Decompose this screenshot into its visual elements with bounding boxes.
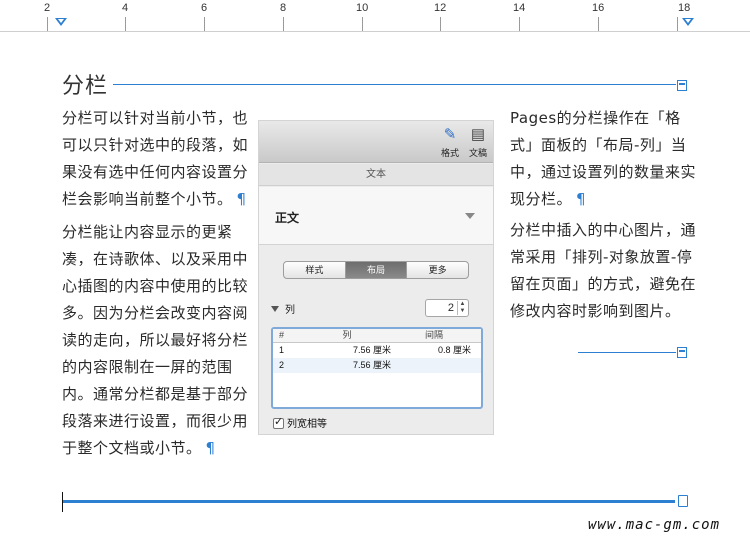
ruler-label: 10 <box>356 2 369 14</box>
ruler-label: 4 <box>122 2 129 14</box>
columns-stepper[interactable]: 2 ▲ ▼ <box>425 299 469 317</box>
stepper-arrows-icon[interactable]: ▲ ▼ <box>457 301 467 315</box>
table-cell[interactable]: 7.56 厘米 <box>303 343 397 358</box>
table-header-cell: # <box>279 330 285 340</box>
columns-value: 2 <box>447 302 454 314</box>
inspector-toolbar: ✎ 格式 ▤ 文稿 <box>259 121 493 163</box>
horizontal-ruler[interactable]: 2 4 6 8 10 12 14 16 18 <box>0 0 750 32</box>
paragraph-text: 分栏能让内容显示的更紧凑，在诗歌体、以及采用中心插图的内容中使用的比较多。因为分… <box>62 223 249 457</box>
ruler-label: 6 <box>201 2 208 14</box>
table-cell[interactable] <box>397 358 481 373</box>
disclosure-triangle-icon <box>271 306 279 312</box>
layout-break-rule <box>63 500 675 503</box>
paragraph: Pages的分栏操作在「格式」面板的「布局-列」当中，通过设置列的数量来实现分栏… <box>510 105 696 213</box>
document-button[interactable]: ▤ 文稿 <box>465 126 491 159</box>
ruler-label: 8 <box>280 2 287 14</box>
ruler-label: 16 <box>592 2 605 14</box>
format-button[interactable]: ✎ 格式 <box>437 126 463 159</box>
paragraph-text: 分栏中插入的中心图片，通常采用「排列-对象放置-停留在页面」的方式，避免在修改内… <box>510 221 697 320</box>
table-cell: 1 <box>279 345 285 355</box>
document-label: 文稿 <box>468 148 487 158</box>
ruler-label: 2 <box>44 2 51 14</box>
pilcrow-mark: ¶ <box>236 190 247 208</box>
paragraph-style-picker[interactable]: 正文 <box>259 187 493 245</box>
format-label: 格式 <box>440 148 459 158</box>
chevron-down-icon <box>465 213 475 219</box>
right-text-column[interactable]: Pages的分栏操作在「格式」面板的「布局-列」当中，通过设置列的数量来实现分栏… <box>510 105 696 329</box>
table-cell[interactable]: 0.8 厘米 <box>397 343 481 358</box>
left-indent-marker-icon[interactable] <box>55 18 67 26</box>
columns-disclosure[interactable]: 列 <box>271 301 295 316</box>
columns-table[interactable]: # 列 间隔 1 7.56 厘米 0.8 厘米 2 7.56 厘米 <box>271 327 483 409</box>
section-break-icon[interactable] <box>677 80 687 91</box>
section-rule <box>113 84 676 85</box>
tab-style[interactable]: 样式 <box>284 262 346 278</box>
equal-width-checkbox[interactable]: 列宽相等 <box>273 415 327 430</box>
column-break-rule <box>578 352 676 353</box>
document-icon: ▤ <box>470 126 486 143</box>
ruler-label: 18 <box>678 2 691 14</box>
paragraph: 分栏可以针对当前小节，也可以只针对选中的段落，如果没有选中任何内容设置分栏会影响… <box>62 105 252 213</box>
paragraph: 分栏中插入的中心图片，通常采用「排列-对象放置-停留在页面」的方式，避免在修改内… <box>510 217 696 325</box>
tab-more[interactable]: 更多 <box>407 262 468 278</box>
table-cell[interactable]: 7.56 厘米 <box>303 358 397 373</box>
tab-layout[interactable]: 布局 <box>345 262 408 278</box>
table-header: # 列 间隔 <box>273 329 481 343</box>
table-row[interactable]: 2 7.56 厘米 <box>273 358 481 373</box>
table-header-cell: 列 <box>342 330 352 340</box>
paragraph-text: 分栏可以针对当前小节，也可以只针对选中的段落，如果没有选中任何内容设置分栏会影响… <box>62 109 249 208</box>
checkbox-checked-icon <box>273 415 284 429</box>
paragraph: 分栏能让内容显示的更紧凑，在诗歌体、以及采用中心插图的内容中使用的比较多。因为分… <box>62 219 252 462</box>
right-indent-marker-icon[interactable] <box>682 18 694 26</box>
paragraph-text: Pages的分栏操作在「格式」面板的「布局-列」当中，通过设置列的数量来实现分栏… <box>510 109 697 208</box>
inspector-tabs: 样式 布局 更多 <box>283 261 469 279</box>
table-header-cell: 间隔 <box>424 330 443 340</box>
inspector-section-header: 文本 <box>259 164 493 186</box>
pilcrow-mark: ¶ <box>205 439 216 457</box>
pilcrow-mark: ¶ <box>576 190 587 208</box>
paragraph-style-value: 正文 <box>275 211 300 225</box>
equal-width-label: 列宽相等 <box>287 419 327 430</box>
format-brush-icon: ✎ <box>443 126 457 143</box>
left-text-column[interactable]: 分栏可以针对当前小节，也可以只针对选中的段落，如果没有选中任何内容设置分栏会影响… <box>62 105 252 466</box>
watermark: www.mac-gm.com <box>588 517 721 533</box>
columns-label: 列 <box>285 305 295 316</box>
column-break-icon[interactable] <box>677 347 687 358</box>
section-title: 分栏 <box>62 74 109 99</box>
table-row[interactable]: 1 7.56 厘米 0.8 厘米 <box>273 343 481 358</box>
inspector-panel-image[interactable]: ✎ 格式 ▤ 文稿 文本 正文 样式 布局 更多 列 2 ▲ ▼ # 列 间隔 1… <box>258 120 494 435</box>
ruler-label: 12 <box>434 2 447 14</box>
document-end-icon[interactable] <box>678 495 688 507</box>
table-cell: 2 <box>279 360 285 370</box>
ruler-label: 14 <box>513 2 526 14</box>
